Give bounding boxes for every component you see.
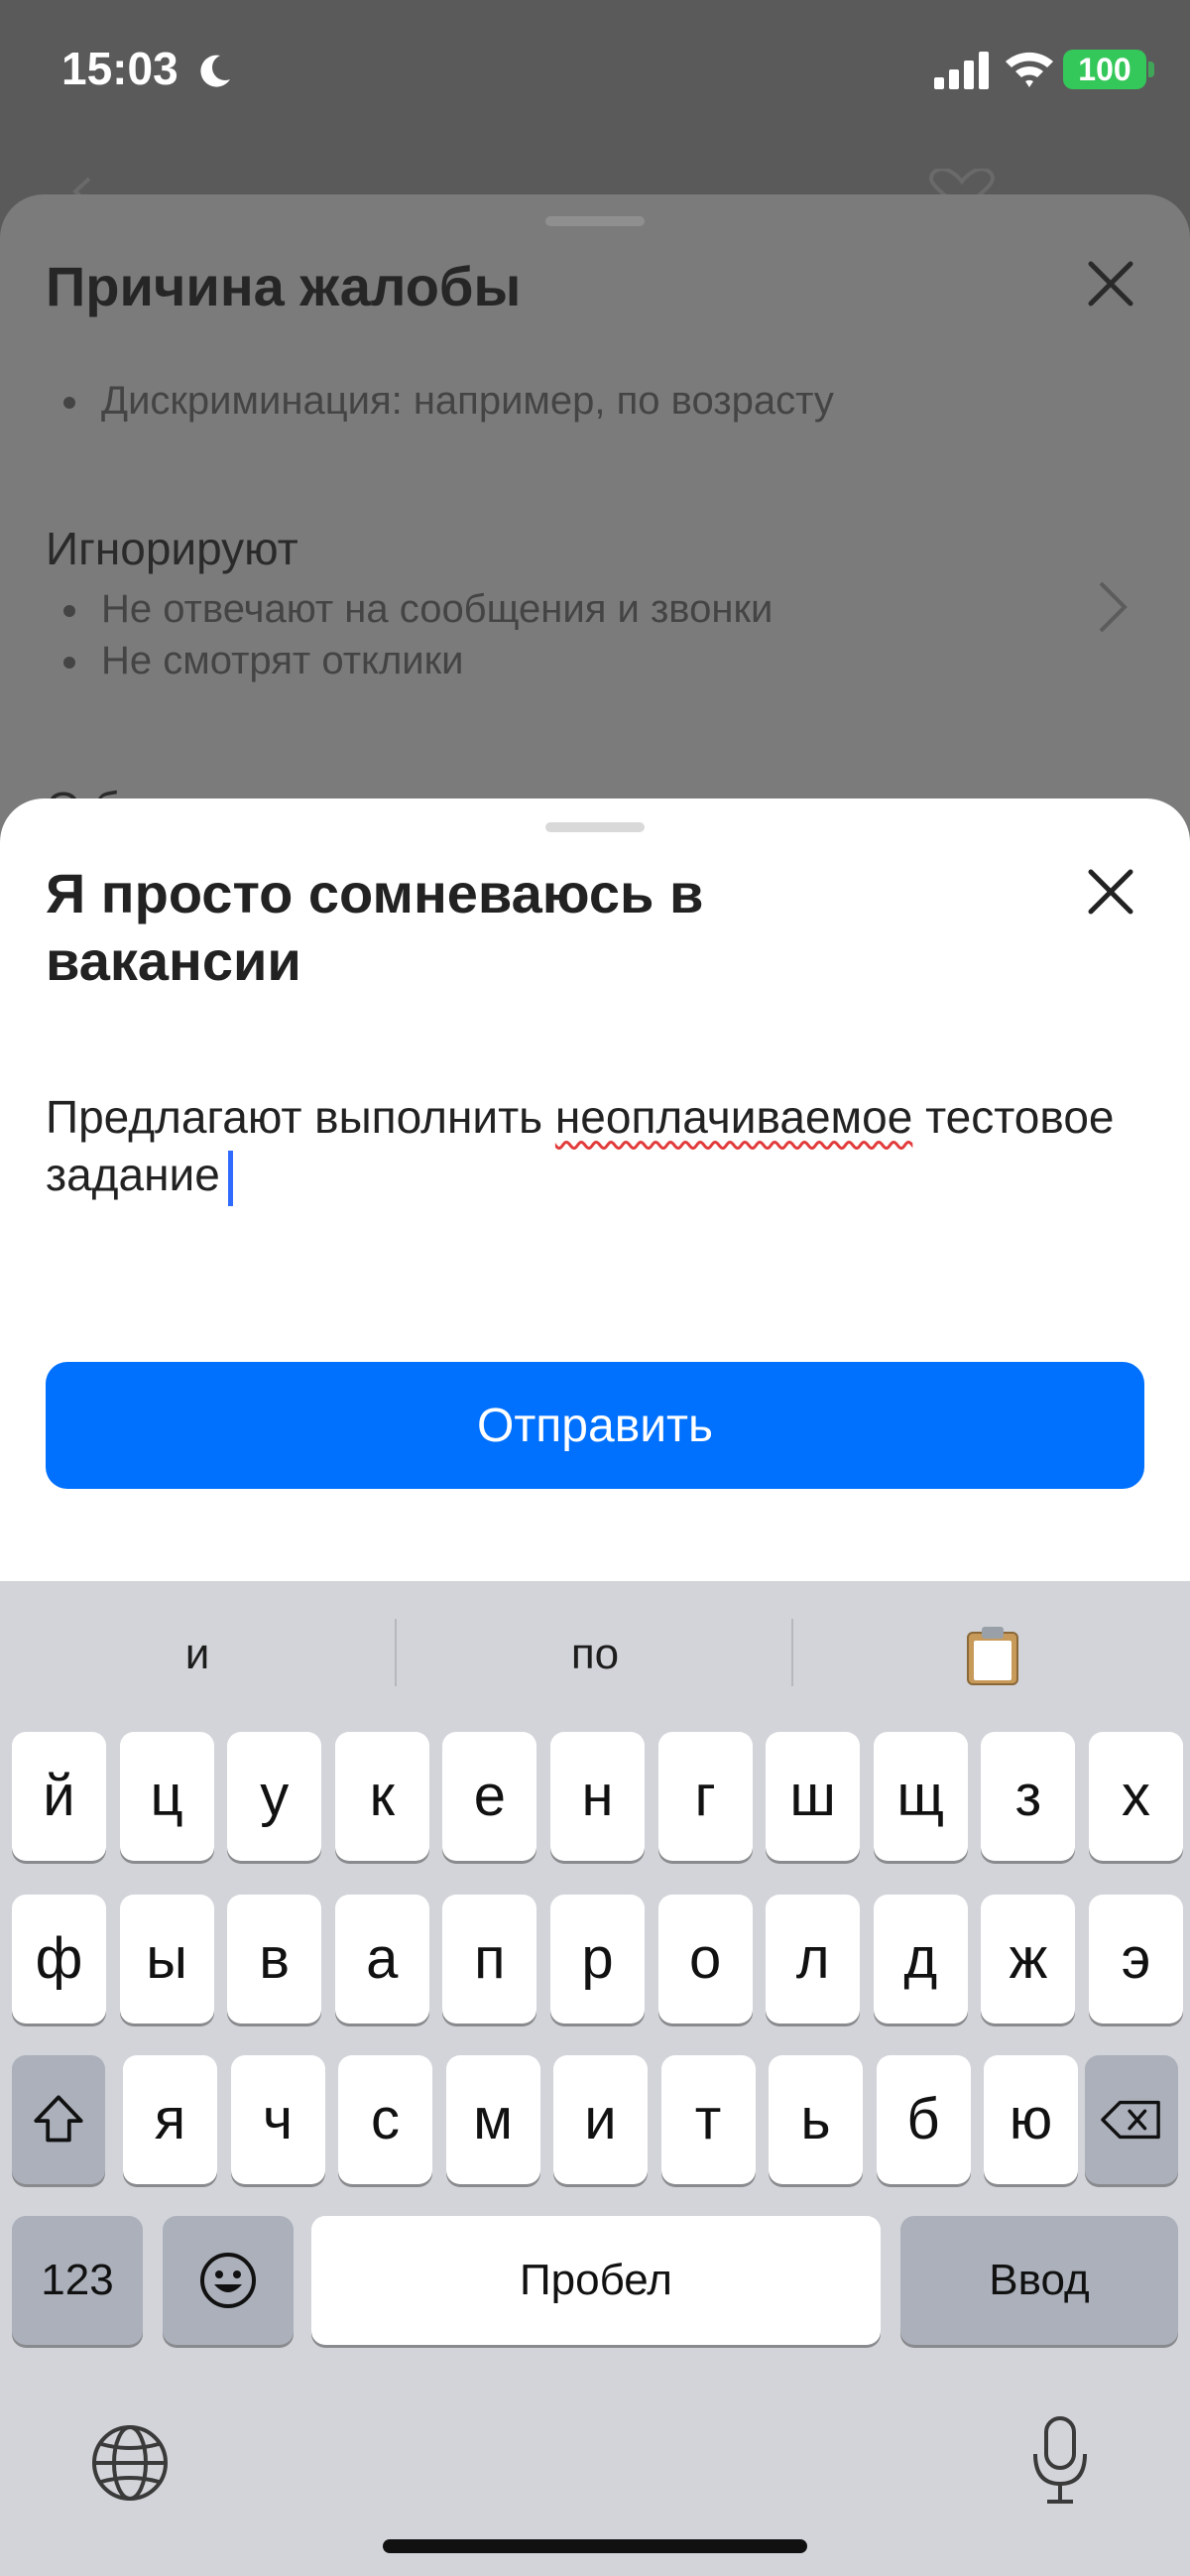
key-б[interactable]: б — [876, 2055, 971, 2184]
space-key[interactable]: Пробел — [311, 2216, 881, 2345]
submit-button[interactable]: Отправить — [46, 1362, 1144, 1489]
key-е[interactable]: е — [442, 1732, 537, 1861]
suggestion[interactable]: по — [398, 1581, 792, 1728]
emoji-icon — [200, 2253, 256, 2308]
sheet-grabber[interactable] — [545, 216, 645, 226]
divider — [395, 1619, 397, 1686]
battery-nub — [1148, 61, 1154, 77]
key-м[interactable]: м — [445, 2055, 540, 2184]
key-с[interactable]: с — [338, 2055, 432, 2184]
backspace-key[interactable] — [1085, 2055, 1178, 2184]
divider — [791, 1619, 793, 1686]
status-time: 15:03 — [61, 43, 178, 94]
bullet-dot — [63, 605, 75, 618]
key-о[interactable]: о — [657, 1895, 753, 2024]
battery-level: 100 — [1063, 50, 1146, 89]
bullet-item: Не смотрят отклики — [63, 639, 464, 683]
comment-input[interactable]: Предлагают выполнить неоплачиваемое тест… — [46, 1088, 1136, 1206]
key-й[interactable]: й — [12, 1732, 106, 1861]
key-л[interactable]: л — [766, 1895, 861, 2024]
misspelled-word[interactable]: неоплачиваемое — [555, 1091, 912, 1143]
status-bar: 15:03 100 — [0, 0, 1190, 139]
key-ь[interactable]: ь — [769, 2055, 863, 2184]
keyboard: и по 123 Пробел Ввод й ц у к е н г ш щ з… — [0, 1581, 1190, 2576]
key-щ[interactable]: щ — [873, 1732, 968, 1861]
close-icon[interactable] — [1083, 864, 1138, 920]
key-у[interactable]: у — [227, 1732, 322, 1861]
key-ф[interactable]: ф — [12, 1895, 106, 2024]
bullet-dot — [63, 397, 75, 410]
microphone-icon[interactable] — [1027, 2414, 1093, 2506]
key-ц[interactable]: ц — [119, 1732, 214, 1861]
key-к[interactable]: к — [334, 1732, 429, 1861]
bullet-text: Дискриминация: например, по возрасту — [101, 379, 834, 423]
bullet-text: Не смотрят отклики — [101, 639, 464, 682]
shift-key[interactable] — [12, 2055, 105, 2184]
sheet-title: Я просто сомневаюсь в вакансии — [46, 862, 704, 992]
wifi-icon — [1006, 52, 1053, 87]
moon-icon — [200, 55, 230, 87]
backspace-icon — [1101, 2100, 1160, 2140]
key-г[interactable]: г — [657, 1732, 753, 1861]
key-д[interactable]: д — [873, 1895, 968, 2024]
globe-icon[interactable] — [89, 2422, 171, 2504]
key-я[interactable]: я — [123, 2055, 217, 2184]
bullet-item: Дискриминация: например, по возрасту — [63, 379, 834, 424]
key-ч[interactable]: ч — [230, 2055, 325, 2184]
key-х[interactable]: х — [1089, 1732, 1183, 1861]
home-indicator — [383, 2539, 807, 2553]
key-в[interactable]: в — [227, 1895, 322, 2024]
key-р[interactable]: р — [550, 1895, 645, 2024]
numbers-key[interactable]: 123 — [12, 2216, 143, 2345]
clipped-text: . . , . — [149, 337, 226, 351]
chevron-right-icon — [1099, 581, 1128, 633]
key-ш[interactable]: ш — [766, 1732, 861, 1861]
signal-icon — [934, 52, 989, 89]
input-text: Предлагают выполнить — [46, 1091, 555, 1143]
sheet-title: Причина жалобы — [46, 255, 522, 317]
suggestion[interactable]: и — [0, 1581, 395, 1728]
key-т[interactable]: т — [660, 2055, 756, 2184]
clipboard-icon[interactable] — [964, 1625, 1021, 1686]
key-н[interactable]: н — [550, 1732, 645, 1861]
bullet-item: Не отвечают на сообщения и звонки — [63, 587, 773, 632]
bullet-dot — [63, 657, 75, 670]
key-ж[interactable]: ж — [981, 1895, 1076, 2024]
key-э[interactable]: э — [1089, 1895, 1183, 2024]
text-caret — [227, 1150, 233, 1206]
key-и[interactable]: и — [553, 2055, 648, 2184]
key-а[interactable]: а — [334, 1895, 429, 2024]
emoji-key[interactable] — [163, 2216, 294, 2345]
sheet-grabber[interactable] — [545, 822, 645, 832]
shift-icon — [34, 2095, 83, 2143]
option-title: Игнорируют — [46, 523, 298, 574]
key-п[interactable]: п — [442, 1895, 537, 2024]
complaint-reason-sheet: Причина жалобы . . , . Дискриминация: на… — [0, 194, 1190, 889]
key-ю[interactable]: ю — [984, 2055, 1078, 2184]
return-key[interactable]: Ввод — [900, 2216, 1178, 2345]
key-з[interactable]: з — [981, 1732, 1076, 1861]
close-icon[interactable] — [1083, 256, 1138, 311]
bullet-text: Не отвечают на сообщения и звонки — [101, 587, 774, 631]
key-ы[interactable]: ы — [119, 1895, 214, 2024]
